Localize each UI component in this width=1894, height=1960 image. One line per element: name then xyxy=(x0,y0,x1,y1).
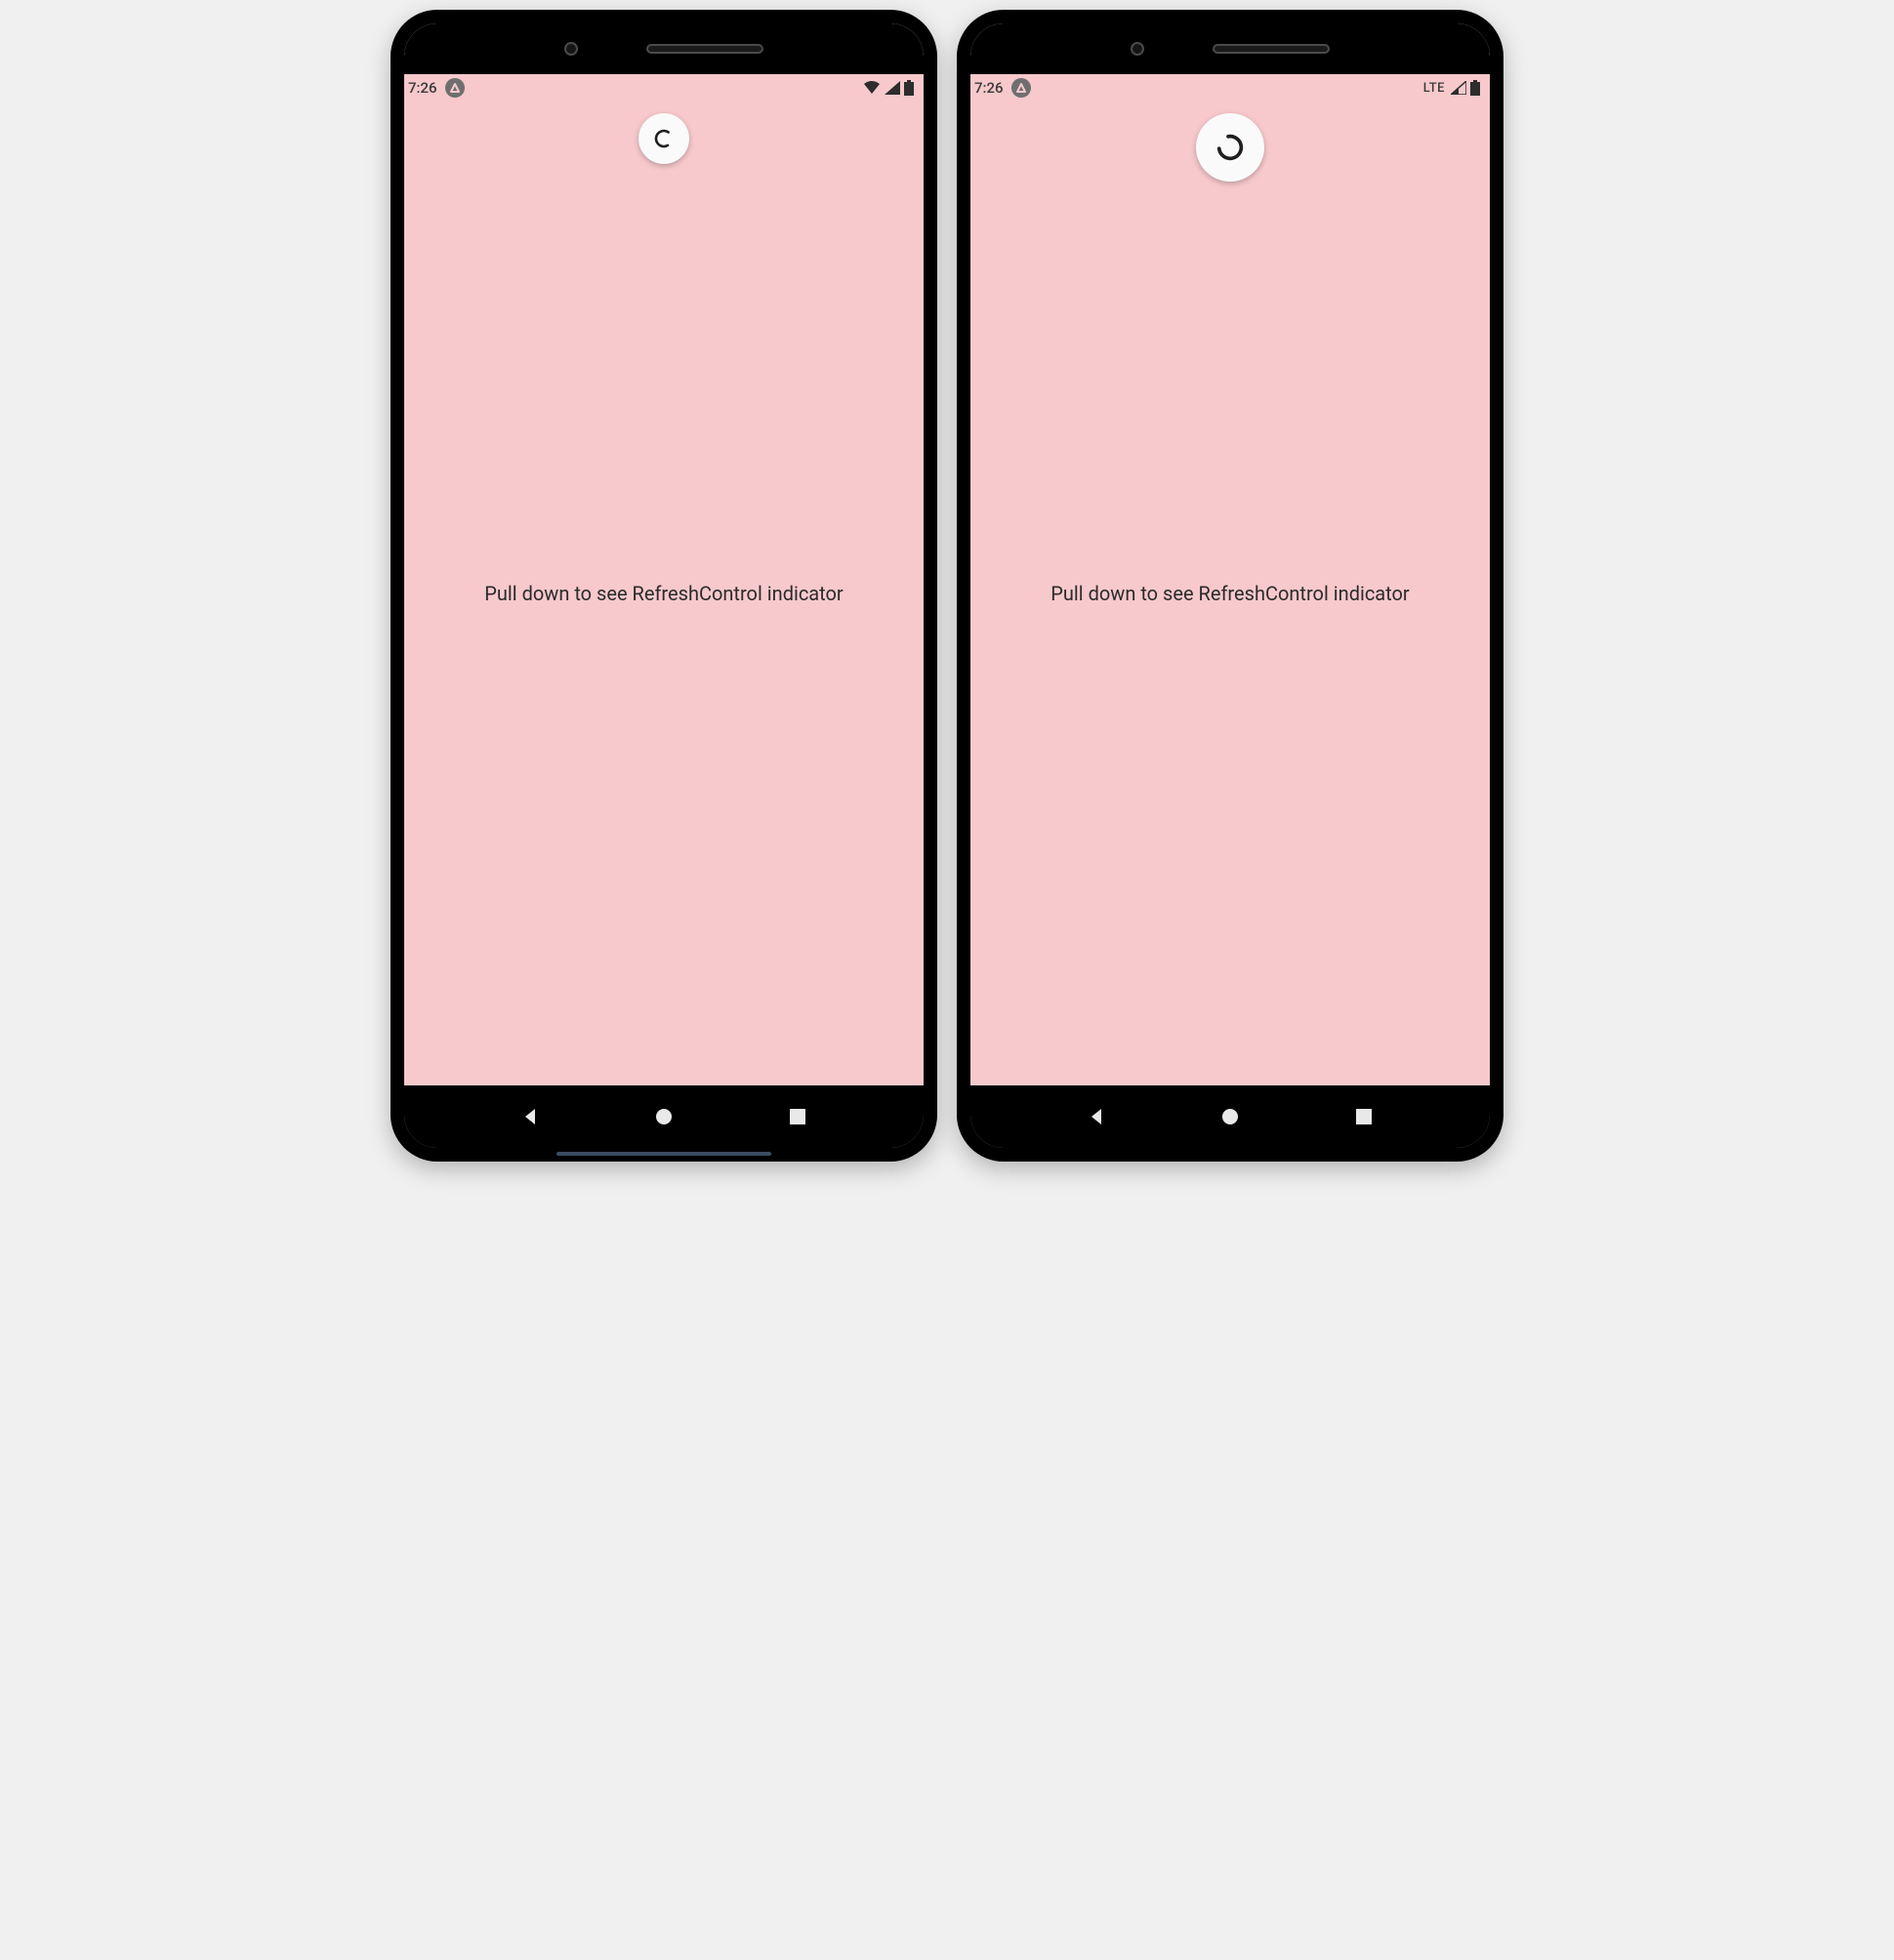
status-time: 7:26 xyxy=(408,79,437,97)
cellular-signal-icon xyxy=(1451,81,1466,95)
status-time: 7:26 xyxy=(974,79,1004,97)
network-type-label: LTE xyxy=(1423,81,1445,96)
nav-back-button[interactable] xyxy=(511,1097,550,1136)
refresh-control-indicator xyxy=(638,113,689,164)
front-camera xyxy=(564,42,578,56)
nav-recent-button[interactable] xyxy=(778,1097,817,1136)
status-bar: 7:26 LTE xyxy=(970,74,1490,102)
screen: 7:26 xyxy=(404,23,924,1148)
android-nav-bar xyxy=(404,1085,924,1148)
refresh-control-indicator xyxy=(1196,113,1264,182)
expo-badge-icon xyxy=(1011,78,1031,98)
android-nav-bar xyxy=(970,1085,1490,1148)
nav-recent-button[interactable] xyxy=(1344,1097,1383,1136)
battery-icon xyxy=(904,80,914,96)
cellular-signal-icon xyxy=(885,81,900,95)
earpiece-speaker xyxy=(1213,44,1330,54)
nav-home-button[interactable] xyxy=(1211,1097,1250,1136)
expo-badge-icon xyxy=(445,78,465,98)
nav-back-button[interactable] xyxy=(1077,1097,1116,1136)
device-frame-left: 7:26 xyxy=(391,10,937,1162)
status-bar: 7:26 xyxy=(404,74,924,102)
hardware-top xyxy=(404,23,924,74)
scroll-view[interactable]: Pull down to see RefreshControl indicato… xyxy=(404,102,924,1085)
battery-icon xyxy=(1470,80,1480,96)
screen: 7:26 LTE Pull down to se xyxy=(970,23,1490,1148)
scroll-view[interactable]: Pull down to see RefreshControl indicato… xyxy=(970,102,1490,1085)
nav-home-button[interactable] xyxy=(644,1097,683,1136)
device-frame-right: 7:26 LTE Pull down to se xyxy=(957,10,1503,1162)
hint-text: Pull down to see RefreshControl indicato… xyxy=(1050,582,1409,605)
hardware-top xyxy=(970,23,1490,74)
hint-text: Pull down to see RefreshControl indicato… xyxy=(484,582,843,605)
earpiece-speaker xyxy=(646,44,763,54)
home-indicator xyxy=(556,1152,771,1156)
front-camera xyxy=(1131,42,1144,56)
wifi-icon xyxy=(863,81,881,95)
